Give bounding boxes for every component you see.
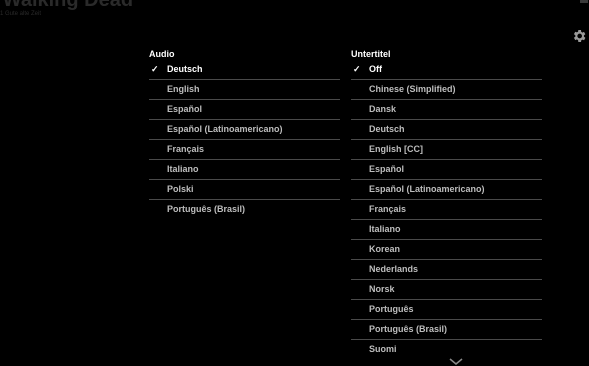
subtitle-option[interactable]: Español: [351, 160, 542, 180]
subtitles-column: Untertitel ✓ Off Chinese (Simplified) Dansk…: [351, 46, 542, 359]
audio-option-label: Español: [167, 104, 203, 114]
audio-option[interactable]: Polski: [149, 180, 340, 200]
subtitle-option[interactable]: English [CC]: [351, 140, 542, 160]
subtitle-option-label: Español: [369, 164, 405, 174]
subtitle-option[interactable]: Dansk: [351, 100, 542, 120]
check-icon: ✓: [353, 64, 361, 74]
subtitle-option-label: Español (Latinoamericano): [369, 184, 485, 194]
audio-list: ✓ Deutsch English Español Español (Latinoame…: [149, 60, 340, 219]
gear-icon[interactable]: [571, 28, 587, 44]
subtitle-option[interactable]: Français: [351, 200, 542, 220]
audio-option[interactable]: Português (Brasil): [149, 200, 340, 219]
subtitle-option-label: Português: [369, 304, 414, 314]
subtitle-option-label: Dansk: [369, 104, 397, 114]
check-icon: ✓: [151, 64, 159, 74]
audio-option-label: Polski: [167, 184, 194, 194]
subtitle-option[interactable]: Deutsch: [351, 120, 542, 140]
subtitle-option[interactable]: Chinese (Simplified): [351, 80, 542, 100]
audio-column: Audio ✓ Deutsch English Español Español (Lat…: [149, 46, 340, 219]
subtitle-option-label: Korean: [369, 244, 401, 254]
audio-option-label: Français: [167, 144, 205, 154]
subtitle-option[interactable]: Español (Latinoamericano): [351, 180, 542, 200]
audio-option-label: Español (Latinoamericano): [167, 124, 283, 134]
subtitle-option-label: Chinese (Simplified): [369, 84, 456, 94]
subtitle-option-label: Italiano: [369, 224, 401, 234]
subtitle-option-label: Português (Brasil): [369, 324, 448, 334]
subtitle-option[interactable]: Suomi: [351, 340, 542, 359]
subtitle-option[interactable]: Nederlands: [351, 260, 542, 280]
audio-option[interactable]: Français: [149, 140, 340, 160]
audio-option[interactable]: English: [149, 80, 340, 100]
audio-option[interactable]: Italiano: [149, 160, 340, 180]
audio-option-label: Português (Brasil): [167, 204, 246, 214]
audio-header: Audio: [149, 49, 175, 59]
subtitle-option-label: English [CC]: [369, 144, 423, 154]
audio-option[interactable]: ✓ Deutsch: [149, 60, 340, 80]
subtitle-option[interactable]: Português (Brasil): [351, 320, 542, 340]
subtitle-option[interactable]: Norsk: [351, 280, 542, 300]
audio-option[interactable]: Español: [149, 100, 340, 120]
audio-option[interactable]: Español (Latinoamericano): [149, 120, 340, 140]
audio-option-label: Italiano: [167, 164, 199, 174]
window-control-icon[interactable]: [580, 0, 588, 3]
subtitle-option-label: Off: [369, 64, 382, 74]
subtitle-option[interactable]: Português: [351, 300, 542, 320]
audio-option-label: English: [167, 84, 200, 94]
subtitle-option-label: Deutsch: [369, 124, 405, 134]
subtitle-option[interactable]: Italiano: [351, 220, 542, 240]
chevron-down-icon[interactable]: [449, 358, 463, 366]
subtitle-option-label: Suomi: [369, 344, 397, 354]
subtitles-header: Untertitel: [351, 49, 391, 59]
subtitle-option-label: Français: [369, 204, 407, 214]
subtitle-option[interactable]: Korean: [351, 240, 542, 260]
subtitle-option-label: Nederlands: [369, 264, 419, 274]
subtitles-list: ✓ Off Chinese (Simplified) Dansk Deutsch Engl…: [351, 60, 542, 359]
subtitle-option[interactable]: ✓ Off: [351, 60, 542, 80]
background-episode-subtitle: 1 Gute alte Zeit: [0, 11, 42, 17]
subtitle-option-label: Norsk: [369, 284, 395, 294]
audio-option-label: Deutsch: [167, 64, 203, 74]
